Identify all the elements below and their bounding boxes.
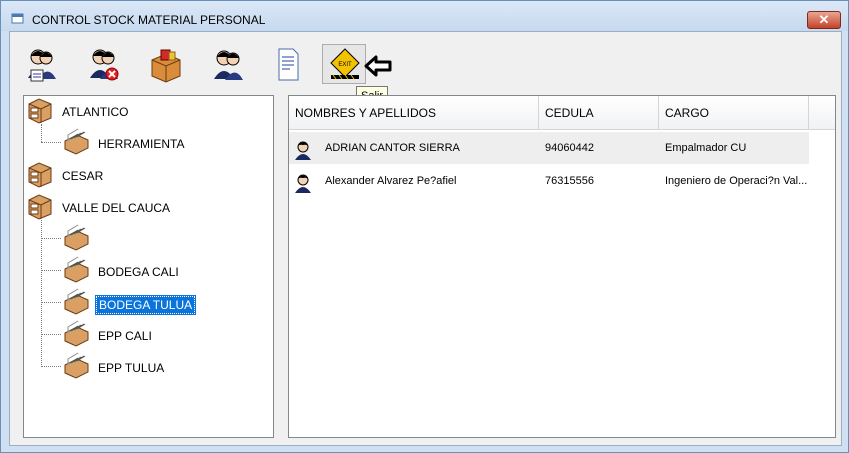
location-tree[interactable]: ATLANTICO HERRAMIENTA CESAR VALLE DEL CAUCA… (23, 95, 274, 438)
tree-connector (41, 270, 61, 271)
tree-node[interactable]: BODEGA TULUA (62, 288, 271, 315)
tree-connector (41, 124, 42, 142)
tree-connector (41, 302, 61, 303)
tree-node[interactable]: ATLANTICO (26, 98, 271, 124)
people-delete-icon (90, 49, 119, 81)
personnel-list[interactable]: NOMBRES Y APELLIDOS CEDULA CARGO ADRIAN … (288, 95, 836, 438)
cell-cargo: Empalmador CU (665, 142, 747, 154)
tree-node[interactable]: HERRAMIENTA (62, 128, 271, 155)
people-button[interactable] (206, 44, 250, 84)
delete-person-button[interactable] (82, 44, 126, 84)
cell-cedula: 94060442 (545, 142, 594, 154)
column-header-filler (809, 96, 835, 130)
table-row[interactable]: Alexander Alvarez Pe?afiel 76315556 Ingeni… (289, 165, 809, 197)
app-icon (11, 13, 24, 24)
arrow-left-icon (364, 55, 392, 77)
tree-node[interactable]: CESAR (26, 162, 271, 188)
tree-node-label (96, 232, 100, 234)
people-icon (214, 50, 243, 80)
title-bar[interactable]: CONTROL STOCK MATERIAL PERSONAL ✕ (1, 1, 848, 31)
cell-cargo: Ingeniero de Operaci?n Val... (665, 175, 807, 187)
tree-node-label: ATLANTICO (62, 105, 129, 119)
cell-name: ADRIAN CANTOR SIERRA (325, 142, 460, 154)
tree-node-label: EPP CALI (98, 329, 152, 343)
tree-node-label: BODEGA TULUA (94, 295, 197, 315)
exit-button[interactable]: EXIT (322, 44, 366, 84)
tree-connector (41, 334, 61, 335)
file-drawer-icon (62, 256, 90, 284)
file-drawer-icon (62, 224, 90, 252)
cabinet-icon (26, 192, 54, 220)
table-row[interactable]: ADRIAN CANTOR SIERRA 94060442 Empalmador C… (289, 132, 809, 164)
tree-node-label: HERRAMIENTA (98, 137, 185, 151)
tree-node[interactable] (62, 224, 271, 251)
tree-node-label: CESAR (62, 169, 104, 183)
exit-sign-icon: EXIT (330, 48, 360, 80)
main-window: CONTROL STOCK MATERIAL PERSONAL ✕ EXIT A… (0, 0, 849, 453)
svg-text:EXIT: EXIT (338, 62, 352, 68)
column-header-cedula[interactable]: CEDULA (539, 96, 659, 130)
file-drawer-icon (62, 288, 90, 316)
tree-node[interactable]: BODEGA CALI (62, 256, 271, 283)
report-button[interactable] (266, 44, 310, 84)
tree-node-label: VALLE DEL CAUCA (62, 201, 171, 215)
file-drawer-icon (62, 320, 90, 348)
cell-cedula: 76315556 (545, 175, 594, 187)
cabinet-icon (26, 96, 54, 124)
file-drawer-icon (62, 352, 90, 380)
tree-node-label: BODEGA CALI (98, 265, 179, 279)
tree-connector (41, 142, 61, 143)
tree-connector (41, 220, 42, 367)
stock-box-button[interactable] (144, 44, 188, 84)
tree-node-label: EPP TULUA (98, 361, 165, 375)
cabinet-icon (26, 160, 54, 188)
person-icon (293, 139, 313, 161)
tree-node[interactable]: EPP CALI (62, 320, 271, 347)
cell-name: Alexander Alvarez Pe?afiel (325, 175, 457, 187)
add-person-button[interactable] (20, 44, 64, 84)
column-header-name[interactable]: NOMBRES Y APELLIDOS (289, 96, 539, 130)
client-area: EXIT Salir ATLANTICOHERRAMIENTACESARVALL… (9, 31, 842, 446)
document-icon (278, 48, 299, 81)
window-title: CONTROL STOCK MATERIAL PERSONAL (32, 13, 266, 27)
tree-connector (41, 238, 61, 239)
person-icon (293, 172, 313, 194)
tree-node[interactable]: VALLE DEL CAUCA (26, 194, 271, 220)
tree-connector (41, 366, 61, 367)
close-button[interactable]: ✕ (807, 11, 841, 29)
box-icon (151, 49, 181, 83)
tree-node[interactable]: EPP TULUA (62, 352, 271, 379)
column-header-cargo[interactable]: CARGO (659, 96, 809, 130)
people-document-icon (28, 49, 56, 82)
file-drawer-icon (62, 128, 90, 156)
